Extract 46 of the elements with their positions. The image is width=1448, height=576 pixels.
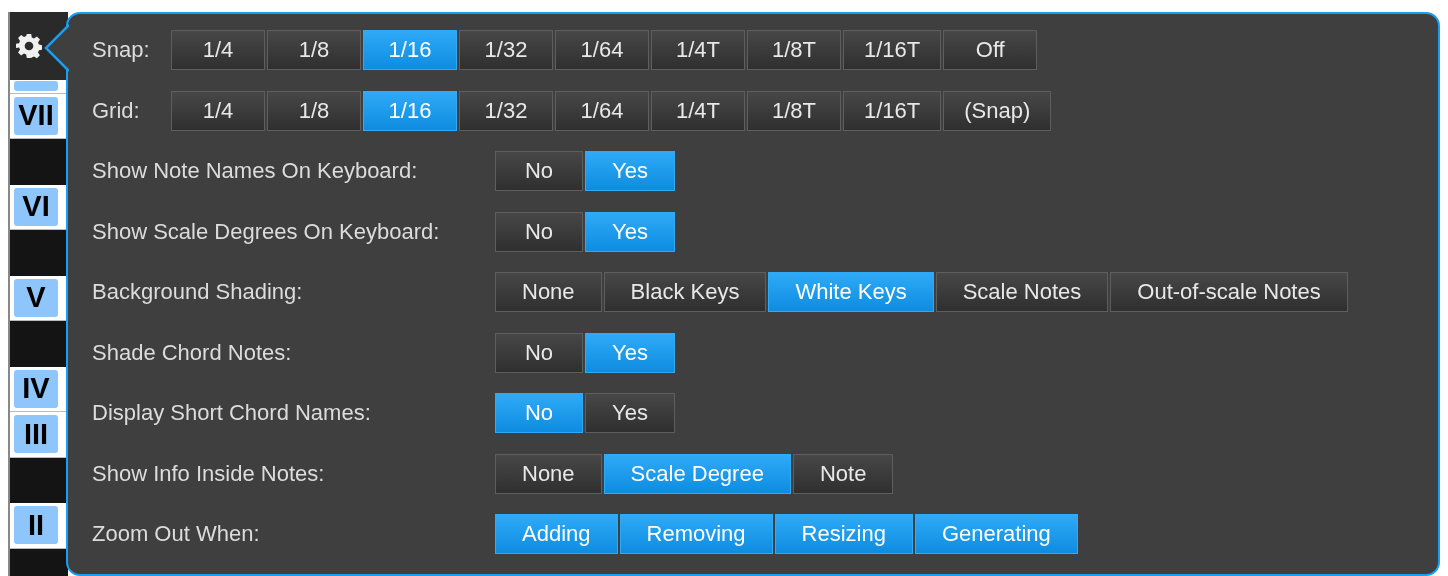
option-button[interactable]: 1/4 [171,30,265,70]
setting-label: Background Shading: [92,279,304,305]
option-button[interactable]: 1/64 [555,90,649,131]
scale-degree-label: VII [14,96,58,135]
option-button[interactable]: 1/8 [267,90,361,131]
option-button[interactable]: Out-of-scale Notes [1110,272,1348,312]
option-button[interactable]: 1/32 [459,90,553,131]
option-button[interactable]: Note [792,453,894,494]
setting-label: Show Info Inside Notes: [92,460,326,487]
setting-label: Show Scale Degrees On Keyboard: [92,218,441,245]
option-button[interactable]: 1/16T [843,30,942,70]
option-button[interactable]: Off [943,30,1038,70]
option-button[interactable]: 1/8T [747,30,841,70]
option-button[interactable]: Black Keys [603,272,767,312]
accidental-key [10,139,68,185]
scale-degree-label: II [14,506,58,545]
option-button[interactable]: No [495,332,583,373]
option-button[interactable]: 1/4 [171,90,265,131]
settings-icon[interactable] [16,33,42,59]
option-button[interactable]: 1/4T [651,90,745,131]
option-button[interactable]: 1/8 [267,30,361,70]
setting-label: Shade Chord Notes: [92,339,293,366]
scale-degree-label: IV [14,369,58,408]
setting-label: Grid: [92,97,141,124]
option-button[interactable]: Scale Notes [935,272,1109,312]
option-button[interactable]: 1/4T [651,30,745,70]
option-button[interactable]: No [495,151,583,191]
setting-label: Display Short Chord Names: [92,400,372,426]
option-button[interactable]: 1/64 [555,30,649,70]
option-button[interactable]: 1/32 [459,30,553,70]
setting-label: Zoom Out When: [92,521,261,547]
scale-degree-label: V [14,278,58,317]
accidental-key [10,230,68,276]
option-button[interactable]: Yes [585,393,675,433]
scale-degree-label: VI [14,187,58,226]
scale-degree-label: III [14,415,58,454]
option-button[interactable]: (Snap) [943,90,1052,131]
setting-label: Snap: [92,37,151,63]
option-button[interactable]: None [495,272,602,312]
setting-label: Show Note Names On Keyboard: [92,158,419,184]
accidental-key [10,321,68,367]
option-button[interactable]: No [495,211,583,252]
option-button[interactable]: 1/16T [843,90,942,131]
accidental-key [10,457,68,503]
option-button[interactable]: None [495,453,602,494]
option-button[interactable]: 1/8T [747,90,841,131]
